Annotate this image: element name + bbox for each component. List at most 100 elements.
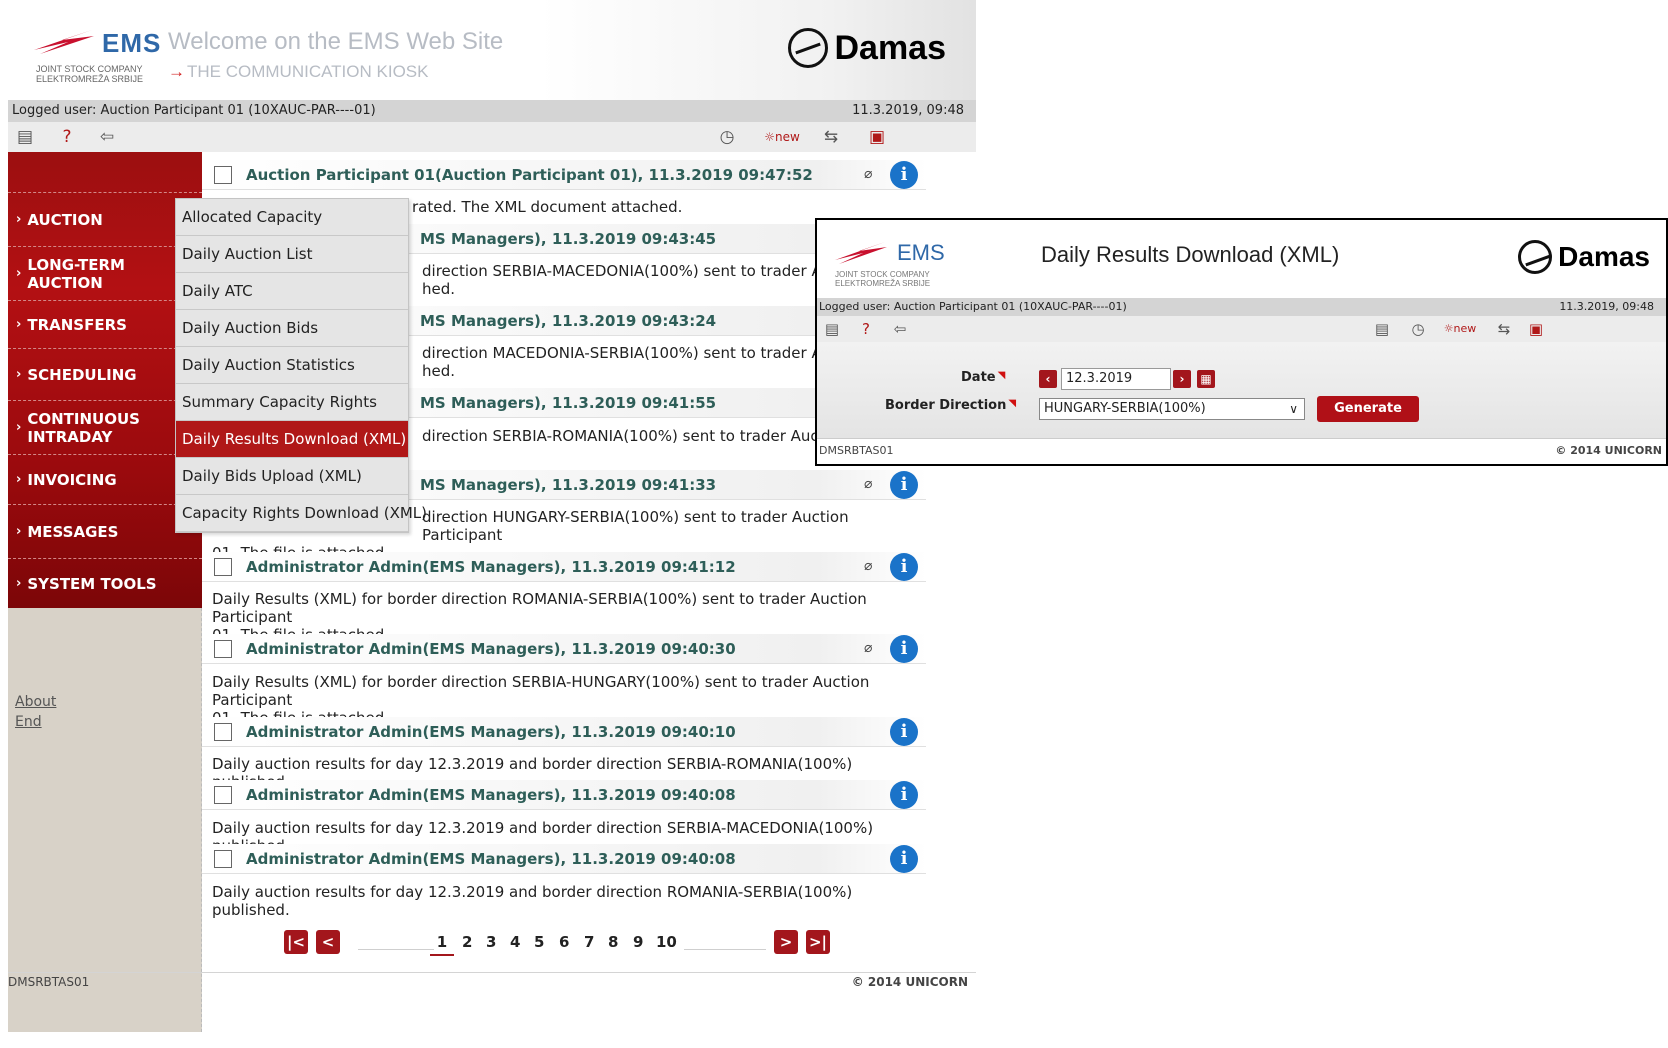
side-links: About End	[15, 692, 56, 732]
prev-page-button[interactable]: <	[316, 930, 340, 954]
submenu-item-summary-capacity-rights[interactable]: Summary Capacity Rights	[176, 384, 408, 421]
submenu-item-daily-auction-statistics[interactable]: Daily Auction Statistics	[176, 347, 408, 384]
menu-item-system-tools[interactable]: › SYSTEM TOOLS	[8, 558, 202, 608]
damas-emblem-icon	[788, 28, 829, 68]
page-number[interactable]: 10	[656, 930, 677, 956]
about-link[interactable]: About	[15, 692, 56, 712]
ems-logo: EMS JOINT STOCK COMPANY ELEKTROMREŽA SRB…	[833, 236, 953, 296]
prev-date-button[interactable]: ‹	[1039, 370, 1057, 388]
menu-item-scheduling[interactable]: › SCHEDULING	[8, 348, 202, 400]
message-title[interactable]: Auction Participant 01(Auction Participa…	[246, 166, 813, 184]
message-title[interactable]: Administrator Admin(EMS Managers), 11.3.…	[246, 640, 736, 658]
next-page-button[interactable]: >	[774, 930, 798, 954]
list-icon[interactable]: ▤	[14, 127, 36, 147]
date-input[interactable]: 12.3.2019	[1061, 368, 1171, 390]
menu-item-invoicing[interactable]: › INVOICING	[8, 454, 202, 504]
menu-item-auction[interactable]: › AUCTION	[8, 192, 202, 246]
message-checkbox[interactable]	[214, 722, 232, 741]
toolbar: ▤ ? ⇦ ▤ ◷ ☼new ⇆ ▣	[817, 316, 1666, 342]
border-direction-select[interactable]: HUNGARY-SERBIA(100%) ∨	[1039, 398, 1305, 420]
page-number[interactable]: 7	[584, 930, 594, 956]
attachment-icon[interactable]: ⌀	[864, 640, 872, 656]
attachment-icon[interactable]: ⌀	[864, 476, 872, 492]
message-title[interactable]: Administrator Admin(EMS Managers), 11.3.…	[246, 723, 736, 741]
messages-icon[interactable]: ▣	[866, 127, 888, 147]
damas-logo: Damas	[788, 28, 946, 68]
clock-icon[interactable]: ◷	[1407, 319, 1429, 339]
page-number[interactable]: 8	[608, 930, 618, 956]
message-title[interactable]: MS Managers), 11.3.2019 09:43:45	[420, 230, 716, 248]
submenu-item-capacity-rights-download[interactable]: Capacity Rights Download (XML)	[176, 495, 427, 532]
message-title[interactable]: Administrator Admin(EMS Managers), 11.3.…	[246, 558, 736, 576]
overlay-header: EMS JOINT STOCK COMPANY ELEKTROMREŽA SRB…	[817, 220, 1666, 298]
download-form: Date ◥ ‹ 12.3.2019 › ▦ Border Direction ◥ …	[817, 342, 1666, 438]
end-link[interactable]: End	[15, 712, 56, 732]
message-checkbox[interactable]	[214, 165, 232, 184]
submenu-item-daily-results-download[interactable]: Daily Results Download (XML)	[176, 421, 408, 458]
message-title[interactable]: Administrator Admin(EMS Managers), 11.3.…	[246, 786, 736, 804]
first-page-button[interactable]: |<	[284, 930, 308, 954]
info-icon[interactable]: i	[890, 718, 918, 746]
logged-user: Logged user: Auction Participant 01 (10X…	[819, 300, 1127, 313]
menu-item-continuous-intraday[interactable]: › CONTINUOUS INTRADAY	[8, 400, 202, 454]
menu-item-messages[interactable]: › MESSAGES	[8, 504, 202, 558]
submenu-item-daily-auction-bids[interactable]: Daily Auction Bids	[176, 310, 408, 347]
message-title[interactable]: MS Managers), 11.3.2019 09:43:24	[420, 312, 716, 330]
back-icon[interactable]: ⇦	[889, 319, 911, 339]
submenu-item-daily-atc[interactable]: Daily ATC	[176, 273, 408, 310]
info-icon[interactable]: i	[890, 845, 918, 873]
company-name: JOINT STOCK COMPANY ELEKTROMREŽA SRBIJE	[36, 64, 144, 84]
back-icon[interactable]: ⇦	[96, 127, 118, 147]
page-number[interactable]: 1	[430, 930, 454, 956]
submenu-item-daily-auction-list[interactable]: Daily Auction List	[176, 236, 408, 273]
damas-emblem-icon	[1518, 240, 1553, 274]
info-icon[interactable]: i	[890, 553, 918, 581]
transfer-icon[interactable]: ⇆	[1493, 319, 1515, 339]
transfer-icon[interactable]: ⇆	[820, 127, 842, 147]
new-icon[interactable]: ☼new	[1443, 319, 1477, 339]
info-icon[interactable]: i	[890, 781, 918, 809]
menu-item-transfers[interactable]: › TRANSFERS	[8, 300, 202, 348]
welcome-text: Welcome on the EMS Web Site	[168, 28, 504, 55]
calendar-icon[interactable]: ▦	[1197, 370, 1215, 388]
clock-icon[interactable]: ◷	[716, 127, 738, 147]
user-bar: Logged user: Auction Participant 01 (10X…	[8, 100, 976, 122]
page-number[interactable]: 3	[486, 930, 496, 956]
page-number[interactable]: 4	[510, 930, 520, 956]
message-checkbox[interactable]	[214, 849, 232, 868]
info-icon[interactable]: i	[890, 635, 918, 663]
next-date-button[interactable]: ›	[1173, 370, 1191, 388]
report-icon[interactable]: ▤	[1371, 319, 1393, 339]
message-header: Auction Participant 01(Auction Participa…	[202, 160, 926, 190]
company-name: JOINT STOCK COMPANY ELEKTROMREŽA SRBIJE	[835, 270, 931, 288]
info-icon[interactable]: i	[890, 471, 918, 499]
message-title[interactable]: MS Managers), 11.3.2019 09:41:55	[420, 394, 716, 412]
message-title[interactable]: MS Managers), 11.3.2019 09:41:33	[420, 476, 716, 494]
info-icon[interactable]: i	[890, 161, 918, 189]
datetime: 11.3.2019, 09:48	[852, 103, 964, 118]
message-checkbox[interactable]	[214, 639, 232, 658]
last-page-button[interactable]: >|	[806, 930, 830, 954]
message-checkbox[interactable]	[214, 557, 232, 576]
attachment-icon[interactable]: ⌀	[864, 558, 872, 574]
help-icon[interactable]: ?	[56, 127, 78, 147]
help-icon[interactable]: ?	[855, 319, 877, 339]
list-icon[interactable]: ▤	[821, 319, 843, 339]
new-icon[interactable]: ☼new	[764, 127, 800, 147]
messages-icon[interactable]: ▣	[1525, 319, 1547, 339]
toolbar: ▤ ? ⇦ ◷ ☼new ⇆ ▣	[8, 122, 976, 152]
submenu-item-daily-bids-upload[interactable]: Daily Bids Upload (XML)	[176, 458, 408, 495]
generate-button[interactable]: Generate	[1317, 396, 1419, 422]
attachment-icon[interactable]: ⌀	[864, 166, 872, 182]
page-number[interactable]: 5	[534, 930, 544, 956]
submenu-item-allocated-capacity[interactable]: Allocated Capacity	[176, 199, 408, 236]
page-number[interactable]: 6	[559, 930, 569, 956]
pagination: |< < 1 2 3 4 5 6 7 8 9 10 > >|	[284, 930, 844, 956]
page-number[interactable]: 9	[633, 930, 643, 956]
message-title[interactable]: Administrator Admin(EMS Managers), 11.3.…	[246, 850, 736, 868]
ems-brand: EMS	[102, 28, 162, 58]
menu-item-long-term-auction[interactable]: › LONG-TERM AUCTION	[8, 246, 202, 300]
overlay-title: Daily Results Download (XML)	[1041, 242, 1340, 267]
page-number[interactable]: 2	[462, 930, 472, 956]
message-checkbox[interactable]	[214, 785, 232, 804]
